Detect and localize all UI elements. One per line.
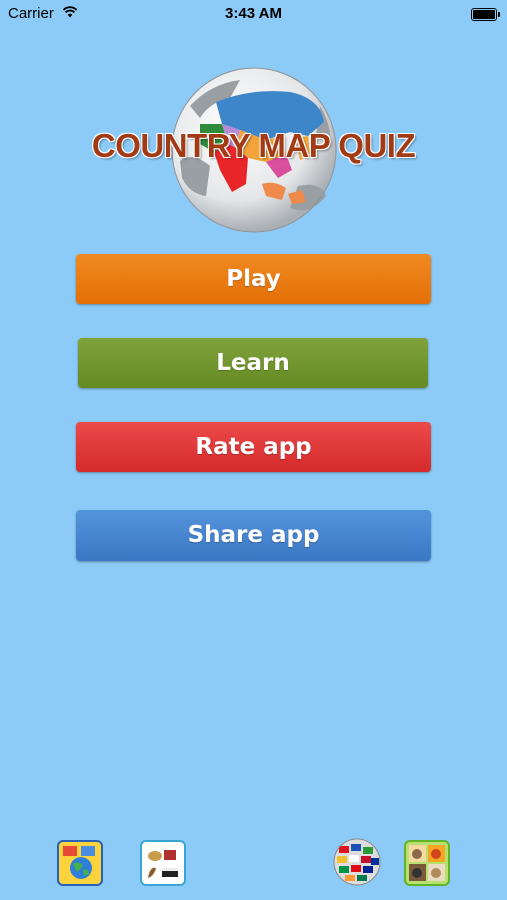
animals-icon	[409, 845, 445, 881]
flags-globe-app-icon[interactable]	[333, 838, 381, 886]
world-quiz-app-icon[interactable]	[57, 840, 103, 886]
flags-globe-icon	[333, 838, 381, 886]
battery-icon	[471, 8, 500, 21]
learn-button[interactable]: Learn	[78, 338, 428, 388]
animals-app-icon[interactable]	[404, 840, 450, 886]
app-title: COUNTRY MAP QUIZ	[91, 127, 416, 164]
rate-app-button[interactable]: Rate app	[76, 422, 431, 472]
world-quiz-icon	[63, 846, 95, 879]
clock: 3:43 AM	[225, 5, 282, 22]
instruments-icon	[148, 850, 178, 878]
instruments-app-icon[interactable]	[140, 840, 186, 886]
share-app-button[interactable]: Share app	[76, 510, 431, 561]
play-button[interactable]: Play	[76, 254, 431, 304]
status-bar: Carrier 3:43 AM	[0, 0, 507, 28]
